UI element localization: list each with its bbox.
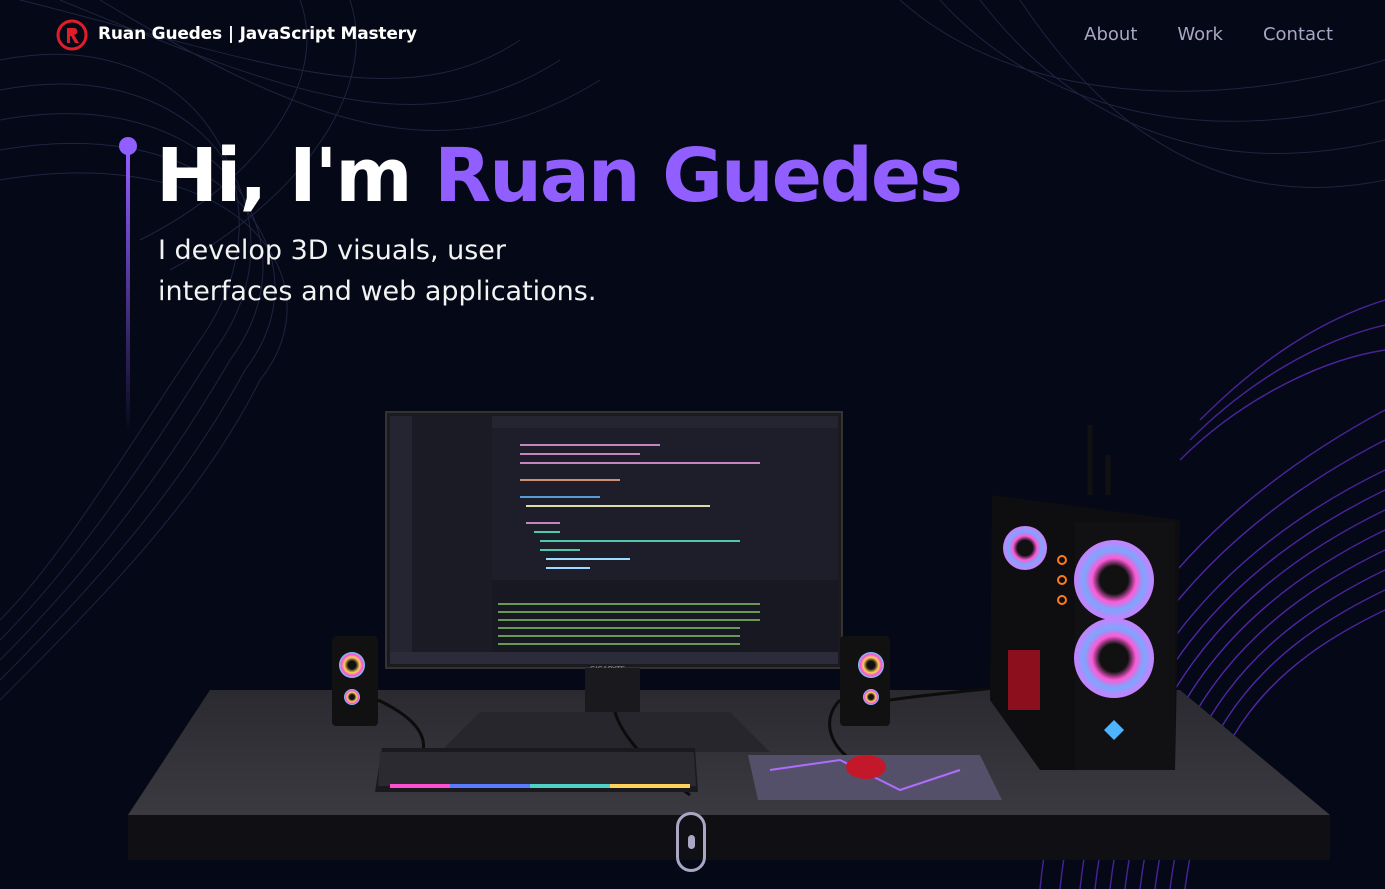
brand-title[interactable]: Ruan Guedes | JavaScript Mastery — [98, 24, 417, 44]
scroll-mouse-icon[interactable] — [676, 812, 706, 872]
nav-link-work[interactable]: Work — [1177, 24, 1223, 45]
hero-greeting: Hi, I'm — [156, 133, 412, 219]
pc-tower — [990, 425, 1180, 770]
brand-name: Ruan Guedes — [98, 24, 222, 44]
scroll-dot — [688, 835, 695, 849]
hero-subtitle: I develop 3D visuals, user interfaces an… — [158, 230, 718, 312]
nav-link-contact[interactable]: Contact — [1263, 24, 1333, 45]
brand-suffix: | JavaScript Mastery — [227, 24, 417, 44]
hero-title: Hi, I'm Ruan Guedes — [156, 132, 963, 220]
logo-icon[interactable] — [56, 19, 88, 51]
speaker-left — [332, 636, 378, 726]
navbar: Ruan Guedes | JavaScript Mastery About Wo… — [0, 0, 1385, 72]
hero-name: Ruan Guedes — [434, 133, 963, 219]
hero-subtitle-line2: interfaces and web applications. — [158, 276, 597, 307]
speaker-right — [840, 636, 890, 726]
nav-link-about[interactable]: About — [1084, 24, 1137, 45]
nav-links: About Work Contact — [1084, 24, 1333, 45]
hero-subtitle-line1: I develop 3D visuals, user — [158, 235, 507, 266]
mousepad — [748, 755, 1002, 800]
keyboard — [375, 748, 698, 792]
